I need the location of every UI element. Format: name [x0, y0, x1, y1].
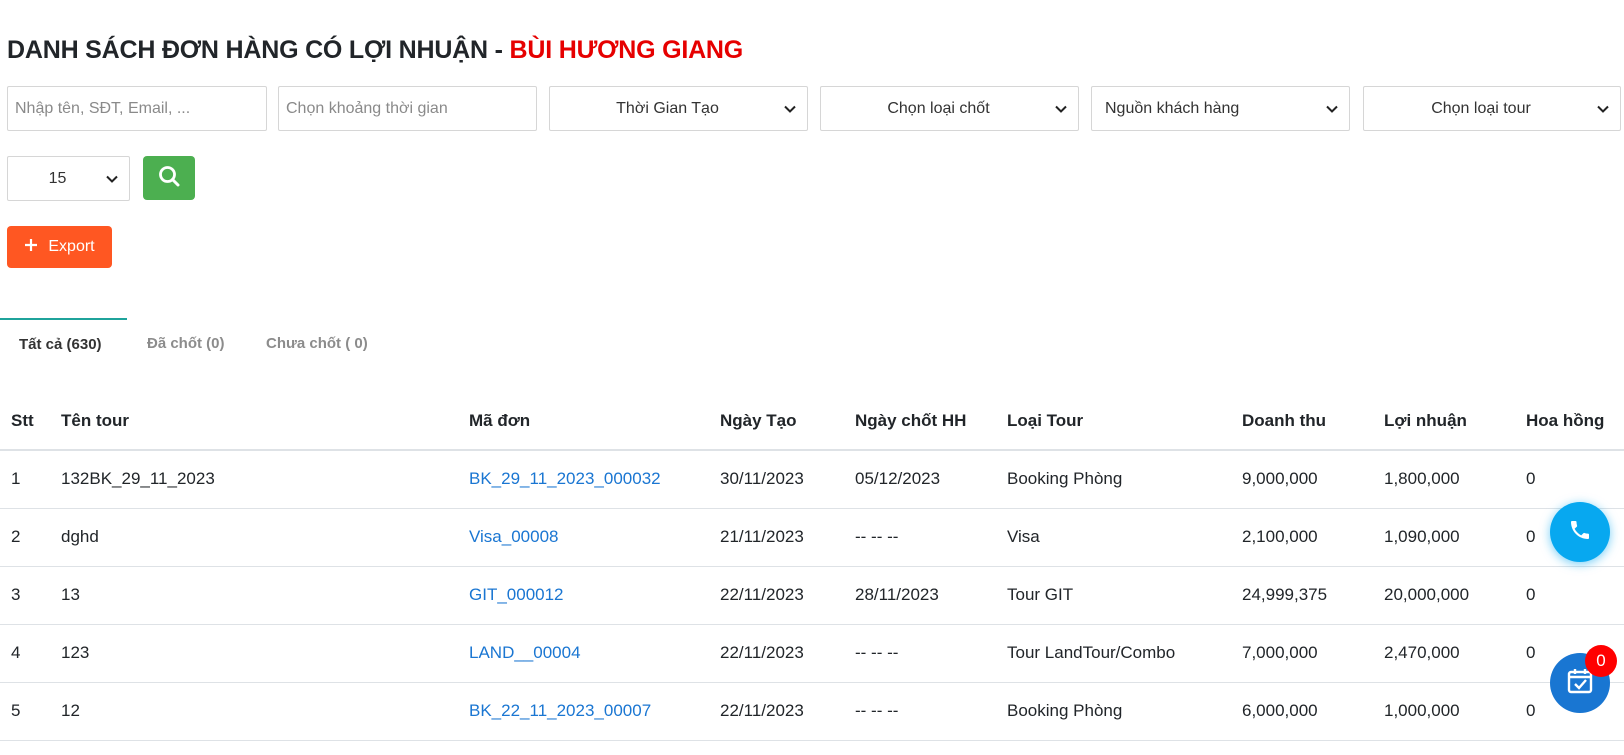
order-code-link[interactable]: LAND__00004 — [458, 624, 709, 683]
chevron-down-icon — [1325, 102, 1339, 116]
column-header-tour-name: Tên tour — [50, 392, 458, 451]
tour-type-value: Chọn loại tour — [1431, 99, 1531, 117]
cell-profit: 2,470,000 — [1373, 624, 1515, 683]
column-header-profit: Lợi nhuận — [1373, 392, 1515, 451]
cell-stt: 1 — [0, 450, 50, 509]
tab-closed[interactable]: Đã chốt (0) — [147, 318, 225, 370]
date-range-input[interactable]: Chọn khoảng thời gian — [278, 86, 537, 131]
call-button[interactable] — [1550, 502, 1610, 562]
cell-created-date: 22/11/2023 — [709, 566, 844, 625]
cell-created-date: 30/11/2023 — [709, 450, 844, 509]
cell-stt: 4 — [0, 624, 50, 683]
table-row: 3 13 GIT_000012 22/11/2023 28/11/2023 To… — [0, 566, 1624, 625]
cell-tour-type: Visa — [996, 508, 1231, 567]
cell-revenue: 7,000,000 — [1231, 624, 1373, 683]
cell-close-date: 05/12/2023 — [844, 450, 996, 509]
tour-type-select[interactable]: Chọn loại tour — [1363, 86, 1621, 131]
cell-commission: 0 — [1515, 450, 1624, 509]
cell-tour-name: 123 — [50, 624, 458, 683]
cell-tour-type: Booking Phòng — [996, 450, 1231, 509]
export-button[interactable]: Export — [7, 226, 112, 268]
phone-icon — [1568, 518, 1592, 547]
per-page-value: 15 — [48, 169, 67, 187]
cell-revenue: 9,000,000 — [1231, 450, 1373, 509]
cell-close-date: -- -- -- — [844, 508, 996, 567]
cell-commission: 0 — [1515, 566, 1624, 625]
chevron-down-icon — [1596, 102, 1610, 116]
search-icon — [158, 165, 180, 192]
customer-source-value: Nguồn khách hàng — [1105, 99, 1240, 117]
cell-profit: 1,000,000 — [1373, 682, 1515, 741]
search-input[interactable]: Nhập tên, SĐT, Email, ... — [7, 86, 267, 131]
chevron-down-icon — [783, 102, 797, 116]
cell-close-date: -- -- -- — [844, 682, 996, 741]
page-title: DANH SÁCH ĐƠN HÀNG CÓ LỢI NHUẬN - BÙI HƯ… — [7, 36, 743, 65]
order-status-tabs: Tất cả (630) Đã chốt (0) Chưa chốt ( 0) — [0, 318, 1624, 370]
page-title-prefix: DANH SÁCH ĐƠN HÀNG CÓ LỢI NHUẬN - — [7, 36, 510, 64]
cell-stt: 2 — [0, 508, 50, 567]
cell-profit: 1,800,000 — [1373, 450, 1515, 509]
time-type-value: Thời Gian Tạo — [616, 99, 719, 117]
cell-revenue: 24,999,375 — [1231, 566, 1373, 625]
date-range-placeholder: Chọn khoảng thời gian — [286, 99, 448, 117]
export-label: Export — [48, 238, 95, 255]
cell-close-date: -- -- -- — [844, 624, 996, 683]
cell-created-date: 22/11/2023 — [709, 682, 844, 741]
cell-created-date: 22/11/2023 — [709, 624, 844, 683]
column-header-tour-type: Loại Tour — [996, 392, 1231, 451]
order-code-link[interactable]: GIT_000012 — [458, 566, 709, 625]
cell-tour-type: Tour GIT — [996, 566, 1231, 625]
close-type-select[interactable]: Chọn loại chốt — [820, 86, 1079, 131]
chevron-down-icon — [1054, 102, 1068, 116]
cell-stt: 5 — [0, 682, 50, 741]
close-type-value: Chọn loại chốt — [887, 99, 990, 117]
search-input-placeholder: Nhập tên, SĐT, Email, ... — [15, 99, 191, 117]
cell-tour-name: dghd — [50, 508, 458, 567]
cell-profit: 1,090,000 — [1373, 508, 1515, 567]
per-page-select[interactable]: 15 — [7, 156, 130, 201]
page-title-user-name: BÙI HƯƠNG GIANG — [509, 36, 744, 64]
cell-tour-name: 12 — [50, 682, 458, 741]
cell-close-date: 28/11/2023 — [844, 566, 996, 625]
cell-revenue: 6,000,000 — [1231, 682, 1373, 741]
table-row: 4 123 LAND__00004 22/11/2023 -- -- -- To… — [0, 624, 1624, 683]
table-row: 2 dghd Visa_00008 21/11/2023 -- -- -- Vi… — [0, 508, 1624, 567]
cell-profit: 20,000,000 — [1373, 566, 1515, 625]
cell-tour-name: 132BK_29_11_2023 — [50, 450, 458, 509]
time-type-select[interactable]: Thời Gian Tạo — [549, 86, 808, 131]
search-button[interactable] — [143, 156, 195, 200]
column-header-revenue: Doanh thu — [1231, 392, 1373, 451]
column-header-commission-close-date: Ngày chốt HH — [844, 392, 996, 451]
cell-stt: 3 — [0, 566, 50, 625]
cell-revenue: 2,100,000 — [1231, 508, 1373, 567]
cell-created-date: 21/11/2023 — [709, 508, 844, 567]
chevron-down-icon — [105, 172, 119, 186]
column-header-stt: Stt — [0, 392, 50, 451]
order-code-link[interactable]: BK_22_11_2023_00007 — [458, 682, 709, 741]
notification-count-badge: 0 — [1585, 645, 1617, 677]
column-header-order-code: Mã đơn — [458, 392, 709, 451]
tab-all[interactable]: Tất cả (630) — [0, 318, 127, 370]
cell-tour-name: 13 — [50, 566, 458, 625]
order-code-link[interactable]: Visa_00008 — [458, 508, 709, 567]
table-row: 5 12 BK_22_11_2023_00007 22/11/2023 -- -… — [0, 682, 1624, 741]
orders-table: Stt Tên tour Mã đơn Ngày Tạo Ngày chốt H… — [0, 392, 1624, 741]
table-header-row: Stt Tên tour Mã đơn Ngày Tạo Ngày chốt H… — [0, 392, 1624, 451]
column-header-commission: Hoa hồng — [1515, 392, 1624, 451]
tab-not-closed[interactable]: Chưa chốt ( 0) — [266, 318, 368, 370]
cell-tour-type: Tour LandTour/Combo — [996, 624, 1231, 683]
table-row: 1 132BK_29_11_2023 BK_29_11_2023_000032 … — [0, 450, 1624, 509]
cell-tour-type: Booking Phòng — [996, 682, 1231, 741]
column-header-created-date: Ngày Tạo — [709, 392, 844, 451]
plus-icon — [24, 238, 38, 257]
order-code-link[interactable]: BK_29_11_2023_000032 — [458, 450, 709, 509]
customer-source-select[interactable]: Nguồn khách hàng — [1091, 86, 1350, 131]
